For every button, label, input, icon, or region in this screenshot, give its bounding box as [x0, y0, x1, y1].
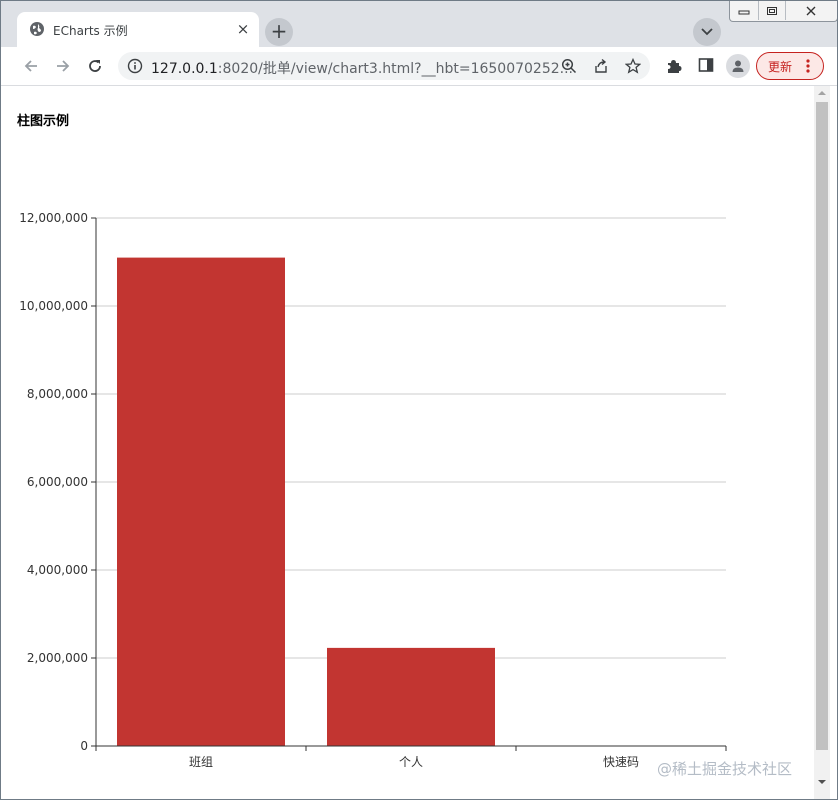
bookmark-star-icon[interactable] [624, 57, 642, 78]
extensions-puzzle-icon[interactable] [665, 57, 683, 79]
person-icon [732, 60, 744, 72]
tab-strip: ECharts 示例 × + [1, 1, 837, 47]
close-icon [806, 6, 816, 16]
y-tick-label: 4,000,000 [27, 563, 88, 577]
scroll-down-arrow-icon[interactable] [817, 778, 827, 786]
profile-avatar[interactable] [726, 54, 750, 78]
zoom-icon[interactable] [561, 58, 577, 78]
minimize-button[interactable] [730, 1, 759, 20]
tab-title: ECharts 示例 [53, 24, 128, 38]
vertical-scrollbar[interactable] [814, 86, 830, 799]
bar [117, 257, 285, 746]
y-tick-label: 8,000,000 [27, 387, 88, 401]
bar [327, 647, 495, 746]
minimize-icon [738, 10, 750, 15]
globe-icon [29, 21, 45, 41]
forward-arrow-icon [57, 60, 70, 72]
y-tick-label: 6,000,000 [27, 475, 88, 489]
y-tick-label: 0 [80, 739, 88, 753]
restore-icon [767, 7, 777, 15]
share-icon[interactable] [593, 58, 609, 78]
new-tab-button[interactable]: + [265, 18, 293, 46]
restore-button[interactable] [759, 1, 786, 20]
back-button[interactable] [19, 54, 43, 78]
y-tick-label: 2,000,000 [27, 651, 88, 665]
update-button[interactable]: 更新 [756, 52, 824, 80]
reload-icon [89, 60, 101, 72]
scroll-up-arrow-icon[interactable] [817, 89, 827, 97]
browser-toolbar: 127.0.0.1:8020/批单/view/chart3.html?__hbt… [1, 47, 837, 86]
tab-echarts[interactable]: ECharts 示例 × [17, 12, 259, 47]
url-host: 127.0.0.1 [151, 61, 218, 77]
url-path: :8020/批单/view/chart3.html?__hbt=16500702… [217, 61, 574, 77]
x-tick-label: 快速码 [603, 755, 639, 769]
back-arrow-icon [24, 60, 37, 72]
scrollbar-thumb[interactable] [816, 102, 828, 750]
chevron-down-icon [701, 28, 713, 36]
tab-search-button[interactable] [693, 18, 721, 46]
x-tick-label: 班组 [189, 755, 213, 769]
update-label: 更新 [768, 60, 793, 74]
close-tab-icon[interactable]: × [232, 18, 254, 40]
close-window-button[interactable] [786, 1, 836, 20]
info-icon[interactable] [127, 58, 143, 78]
url-text: 127.0.0.1:8020/批单/view/chart3.html?__hbt… [151, 58, 573, 78]
browser-window: ECharts 示例 × + 127.0.0.1:8020/批单/view/ch… [0, 0, 838, 800]
reload-button[interactable] [83, 54, 107, 78]
y-tick-label: 10,000,000 [19, 299, 88, 313]
y-tick-label: 12,000,000 [19, 211, 88, 225]
menu-dots-icon [805, 58, 811, 78]
address-bar[interactable]: 127.0.0.1:8020/批单/view/chart3.html?__hbt… [118, 52, 650, 80]
bar-chart: 0 2,000,000 4,000,000 6,000,000 8,000,000 10,… [19, 211, 727, 769]
forward-button[interactable] [51, 54, 75, 78]
x-tick-label: 个人 [399, 755, 423, 769]
page-content: 柱图示例 0 2,000,000 4,000,000 6,000,000 8,000,0… [1, 86, 813, 799]
watermark: @稀土掘金技术社区 [657, 760, 793, 778]
window-controls [729, 1, 837, 22]
side-panel-icon[interactable] [698, 57, 714, 77]
